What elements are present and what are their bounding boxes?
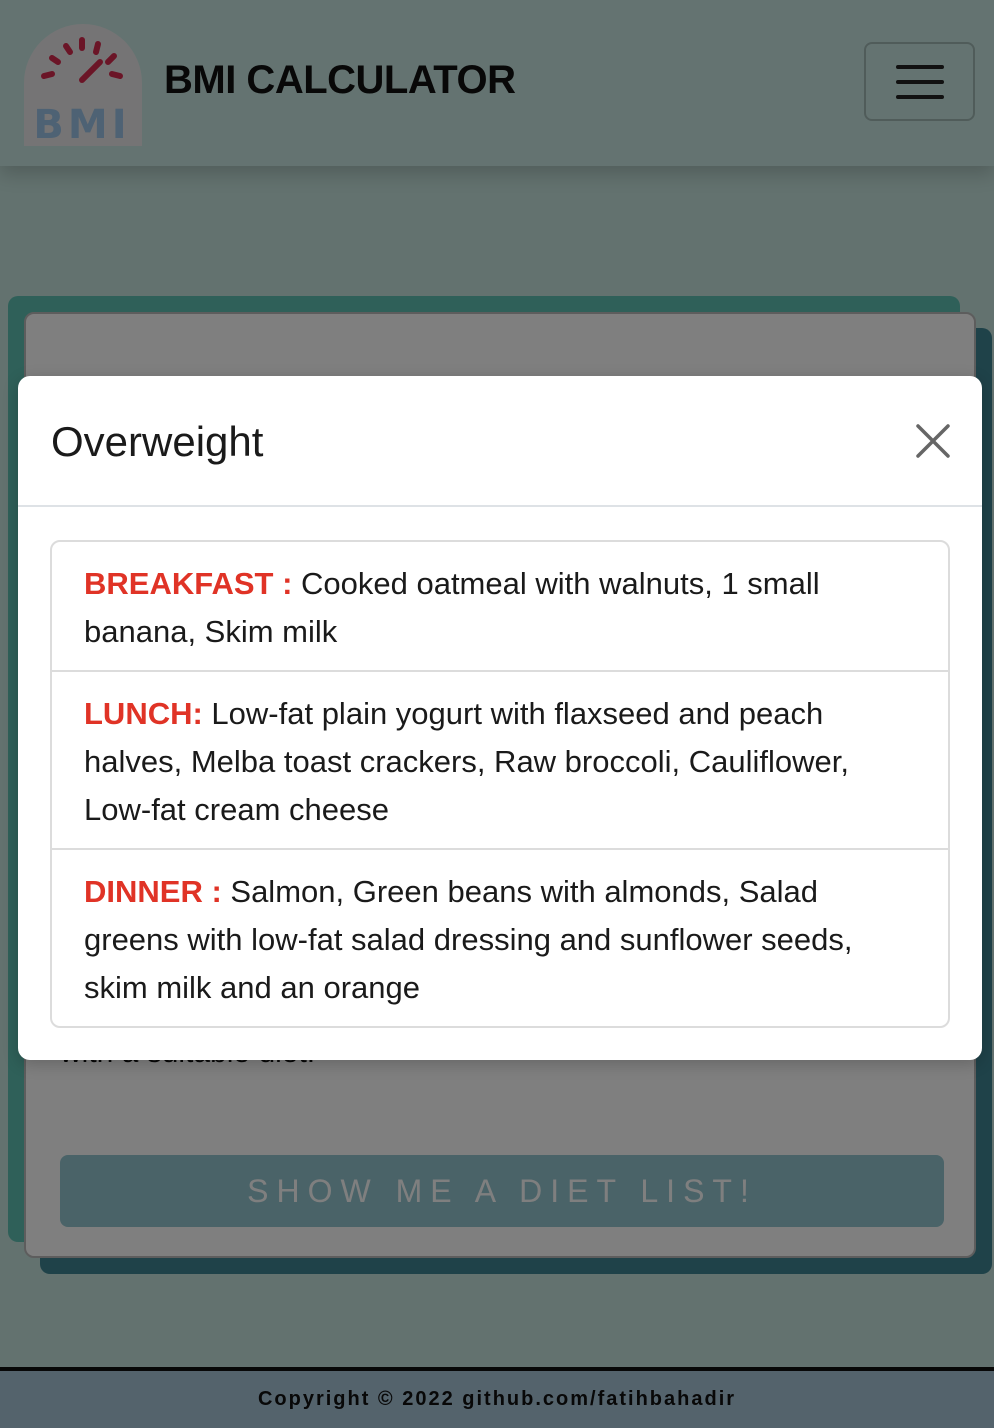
meal-label-breakfast: BREAKFAST : bbox=[84, 566, 293, 601]
modal-title: Overweight bbox=[51, 418, 264, 465]
list-item-breakfast: BREAKFAST : Cooked oatmeal with walnuts,… bbox=[52, 542, 948, 672]
meal-label-dinner: DINNER : bbox=[84, 874, 222, 909]
diet-modal: Overweight BREAKFAST : Cooked oatmeal wi… bbox=[18, 376, 982, 1060]
list-item-lunch: LUNCH: Low-fat plain yogurt with flaxsee… bbox=[52, 672, 948, 850]
close-icon bbox=[916, 424, 950, 458]
close-button[interactable] bbox=[913, 421, 953, 461]
modal-header: Overweight bbox=[18, 376, 982, 507]
diet-list: BREAKFAST : Cooked oatmeal with walnuts,… bbox=[50, 540, 950, 1028]
list-item-dinner: DINNER : Salmon, Green beans with almond… bbox=[52, 850, 948, 1026]
meal-label-lunch: LUNCH: bbox=[84, 696, 203, 731]
